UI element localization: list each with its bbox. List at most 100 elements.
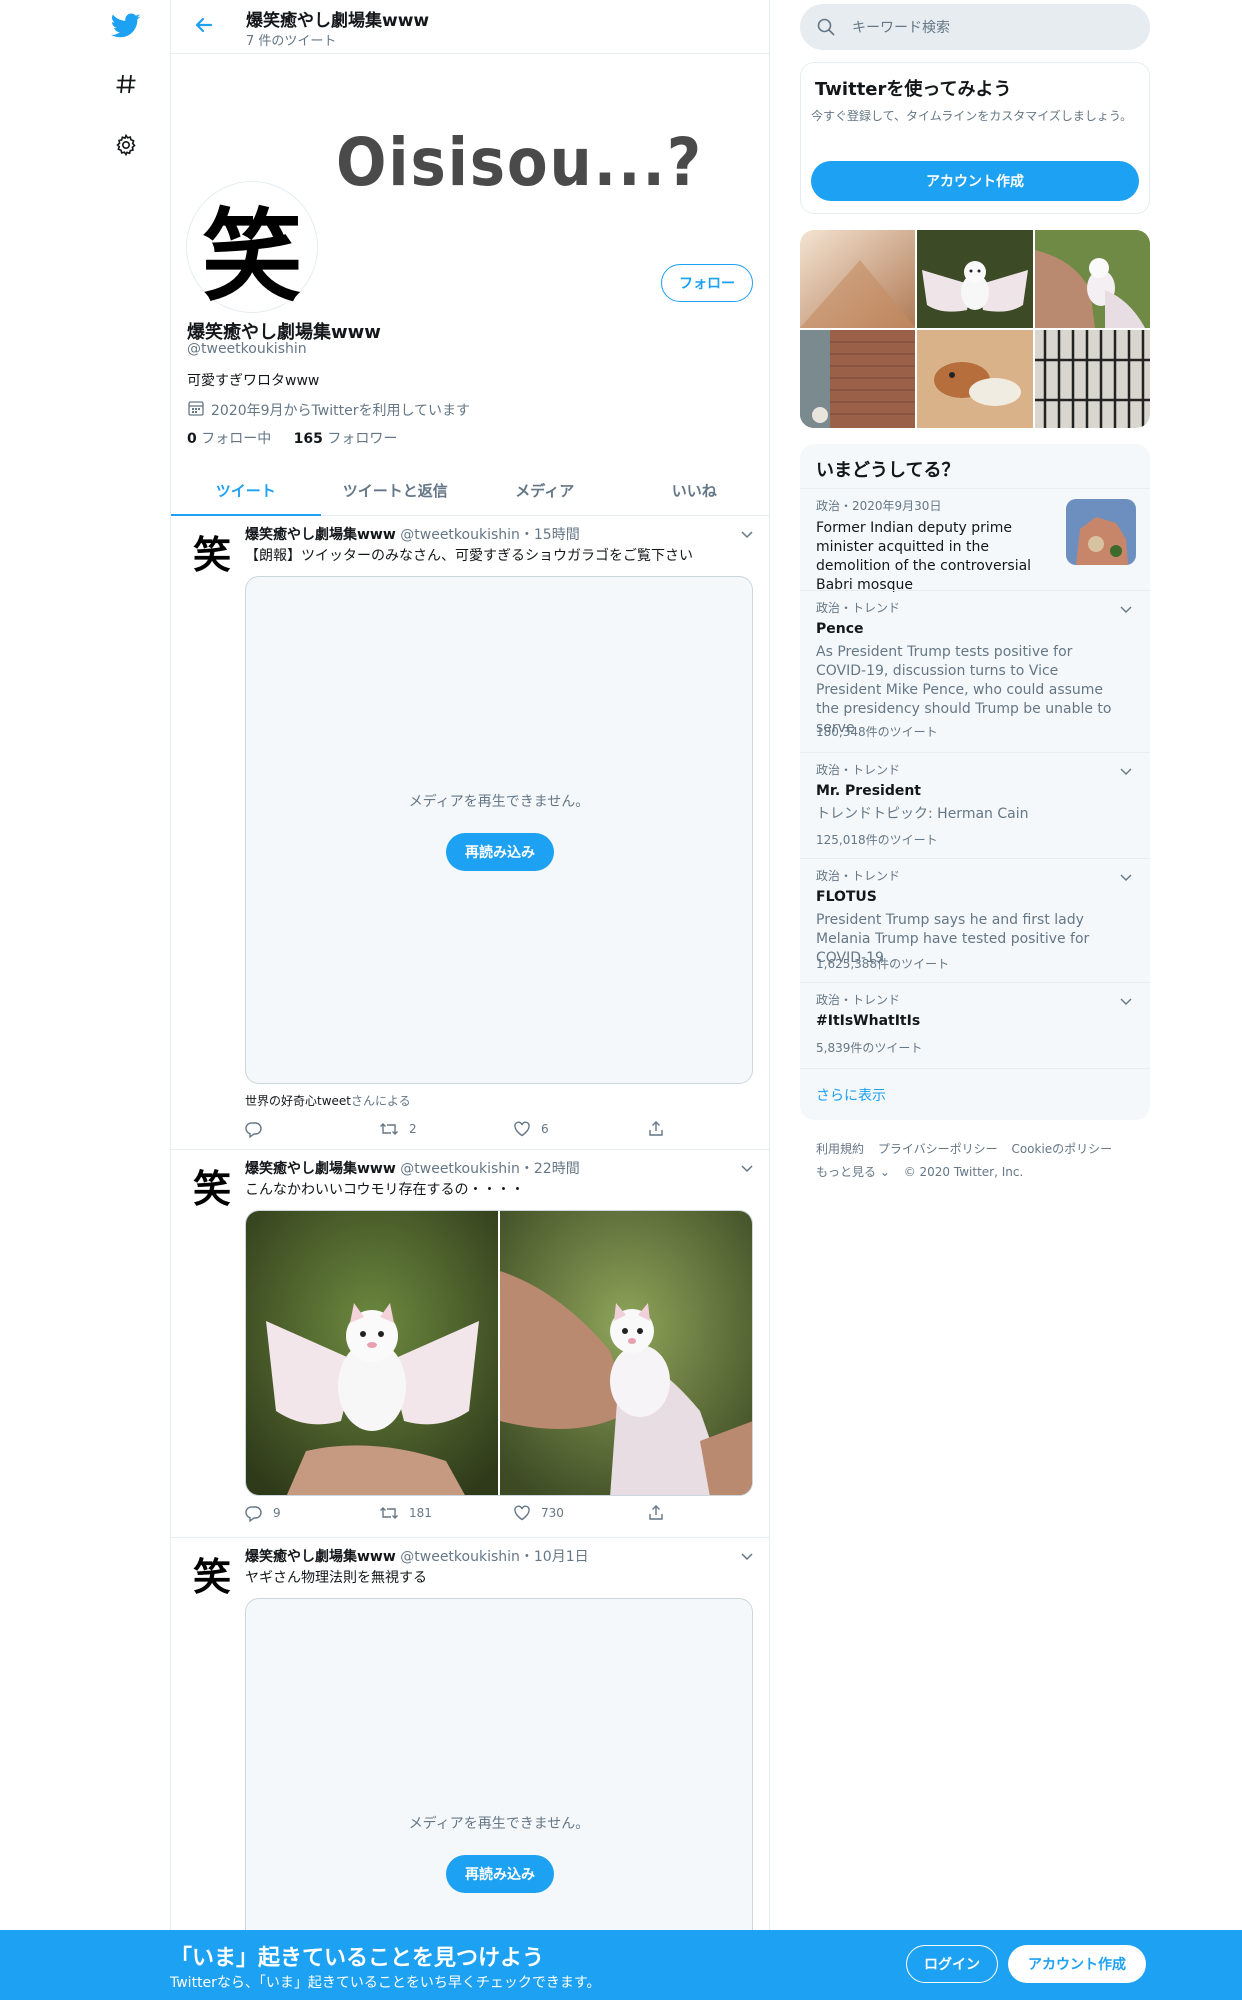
tweet-meta: @tweetkoukishin・15時間 (400, 527, 580, 543)
retweet-count: 181 (409, 1506, 432, 1520)
twitter-bird-icon[interactable] (108, 8, 144, 44)
tab-likes[interactable]: いいね (620, 466, 770, 515)
tweet[interactable]: 笑 爆笑癒やし劇場集www @tweetkoukishin・15時間 【朗報】ツ… (171, 516, 769, 1150)
trend-item[interactable]: 政治・トレンド Mr. President トレンドトピック: Herman C… (800, 752, 1150, 858)
joined-text: 2020年9月からTwitterを利用しています (211, 403, 471, 419)
trend-category: 政治・2020年9月30日 (816, 499, 942, 513)
tweet-header: 爆笑癒やし劇場集www @tweetkoukishin・10月1日 (245, 1546, 589, 1566)
chevron-down-icon[interactable] (1118, 601, 1134, 621)
follow-button[interactable]: フォロー (661, 264, 753, 302)
bat-photo-2[interactable] (500, 1211, 752, 1495)
signup-button[interactable]: アカウント作成 (1008, 1945, 1146, 1983)
trend-count: 1,625,388件のツイート (816, 957, 950, 971)
media-error-message: メディアを再生できません。 (408, 794, 590, 810)
bat-photo-1[interactable] (246, 1211, 498, 1495)
tweet-avatar[interactable]: 笑 (187, 526, 237, 577)
login-button[interactable]: ログイン (906, 1945, 998, 1983)
trend-category: 政治・トレンド (816, 869, 901, 883)
credit-name[interactable]: 世界の好奇心tweet (245, 1094, 351, 1108)
share-button[interactable] (647, 1120, 665, 1138)
tweet-text: こんなかわいいコウモリ存在するの・・・・ (245, 1182, 525, 1198)
trend-count: 180,348件のツイート (816, 725, 938, 739)
tweet[interactable]: 笑 爆笑癒やし劇場集www @tweetkoukishin・22時間 こんなかわ… (171, 1150, 769, 1538)
tweet-author[interactable]: 爆笑癒やし劇場集www (245, 1549, 396, 1565)
bottom-bar-title: 「いま」起きていることを見つけよう (170, 1946, 545, 1971)
signup-text: 今すぐ登録して、タイムラインをカスタマイズしましょう。 (811, 109, 1133, 123)
profile-joined: 2020年9月からTwitterを利用しています (187, 399, 470, 421)
trend-name: #ItIsWhatItIs (816, 1013, 921, 1029)
footer-cookies[interactable]: Cookieのポリシー (1011, 1142, 1112, 1156)
chevron-down-icon[interactable] (1118, 993, 1134, 1013)
chevron-down-icon[interactable] (737, 1158, 757, 1178)
followers-count: 165 (293, 431, 323, 447)
footer-privacy[interactable]: プライバシーポリシー (878, 1142, 998, 1156)
gallery-photo[interactable] (917, 230, 1033, 328)
media-error-message: メディアを再生できません。 (408, 1816, 590, 1832)
tweet-author[interactable]: 爆笑癒やし劇場集www (245, 527, 396, 543)
tab-media[interactable]: メディア (470, 466, 620, 515)
bottom-bar-subtitle: Twitterなら、「いま」起きていることをいち早くチェックできます。 (170, 1975, 601, 1991)
gallery-photo[interactable] (917, 330, 1033, 428)
profile-stats: 0 フォロー中 165 フォロワー (187, 428, 397, 448)
like-count: 6 (541, 1122, 549, 1136)
reload-button[interactable]: 再読み込み (446, 833, 554, 871)
trend-item[interactable]: 政治・トレンド FLOTUS President Trump says he a… (800, 858, 1150, 982)
tweet-author[interactable]: 爆笑癒やし劇場集www (245, 1161, 396, 1177)
trend-name: FLOTUS (816, 889, 877, 905)
tweet-avatar[interactable]: 笑 (187, 1160, 237, 1211)
profile-handle: @tweetkoukishin (187, 341, 307, 357)
profile-header: 爆笑癒やし劇場集www 7 件のツイート (171, 0, 769, 54)
footer-copyright: © 2020 Twitter, Inc. (903, 1165, 1024, 1179)
chevron-down-icon[interactable] (737, 1546, 757, 1566)
tab-tweets[interactable]: ツイート (171, 466, 321, 516)
trend-item[interactable]: 政治・トレンド #ItIsWhatItIs 5,839件のツイート (800, 982, 1150, 1068)
followers-link[interactable]: 165 フォロワー (294, 431, 398, 447)
reply-button[interactable] (245, 1120, 273, 1138)
chevron-down-icon[interactable] (1118, 869, 1134, 889)
tweet-header: 爆笑癒やし劇場集www @tweetkoukishin・22時間 (245, 1158, 580, 1178)
tweet-avatar[interactable]: 笑 (187, 1548, 237, 1599)
retweet-count: 2 (409, 1122, 417, 1136)
media-player[interactable]: メディアを再生できません。 再読み込み (245, 576, 753, 1084)
like-count: 730 (541, 1506, 564, 1520)
back-arrow-icon[interactable] (189, 10, 219, 40)
create-account-button[interactable]: アカウント作成 (811, 161, 1139, 201)
search-placeholder: キーワード検索 (852, 20, 950, 36)
credit-suffix: さんによる (351, 1094, 411, 1108)
tweet-meta: @tweetkoukishin・10月1日 (400, 1549, 589, 1565)
reload-button[interactable]: 再読み込み (446, 1855, 554, 1893)
trend-category: 政治・トレンド (816, 993, 901, 1007)
profile-avatar[interactable]: 笑 (187, 182, 317, 315)
trend-count: 5,839件のツイート (816, 1041, 923, 1055)
gear-icon[interactable] (108, 127, 144, 163)
trend-item[interactable]: 政治・2020年9月30日 Former Indian deputy prime… (800, 488, 1150, 593)
reply-count: 9 (273, 1506, 281, 1520)
search-input[interactable]: キーワード検索 (800, 4, 1150, 50)
show-more-link[interactable]: さらに表示 (816, 1085, 886, 1105)
gallery-photo[interactable] (1034, 230, 1150, 328)
retweet-button[interactable]: 2 (379, 1120, 417, 1138)
gallery-photo[interactable] (800, 230, 916, 328)
gallery-photo[interactable] (1034, 330, 1150, 428)
heart-icon (514, 1121, 530, 1137)
media-gallery (800, 230, 1150, 428)
hashtag-icon[interactable] (108, 66, 144, 102)
retweet-button[interactable]: 181 (379, 1504, 432, 1522)
tab-tweets-replies[interactable]: ツイートと返信 (321, 466, 471, 515)
trend-item[interactable]: 政治・トレンド Pence As President Trump tests p… (800, 590, 1150, 752)
chevron-down-icon[interactable] (737, 524, 757, 544)
reply-button[interactable]: 9 (245, 1504, 281, 1522)
like-button[interactable]: 730 (513, 1504, 564, 1522)
footer-terms[interactable]: 利用規約 (816, 1142, 864, 1156)
tweet-photos (245, 1210, 753, 1496)
share-button[interactable] (647, 1504, 665, 1522)
like-button[interactable]: 6 (513, 1120, 549, 1138)
share-icon (649, 1121, 663, 1136)
following-link[interactable]: 0 フォロー中 (187, 431, 271, 447)
gallery-photo[interactable] (800, 330, 916, 428)
footer-more[interactable]: もっと見る ⌄ (816, 1165, 890, 1179)
trends-panel: いまどうしてる？ 政治・2020年9月30日 Former Indian dep… (800, 444, 1150, 1120)
chevron-down-icon[interactable] (1118, 763, 1134, 783)
tweet-header: 爆笑癒やし劇場集www @tweetkoukishin・15時間 (245, 524, 580, 544)
followers-label: フォロワー (327, 431, 398, 447)
